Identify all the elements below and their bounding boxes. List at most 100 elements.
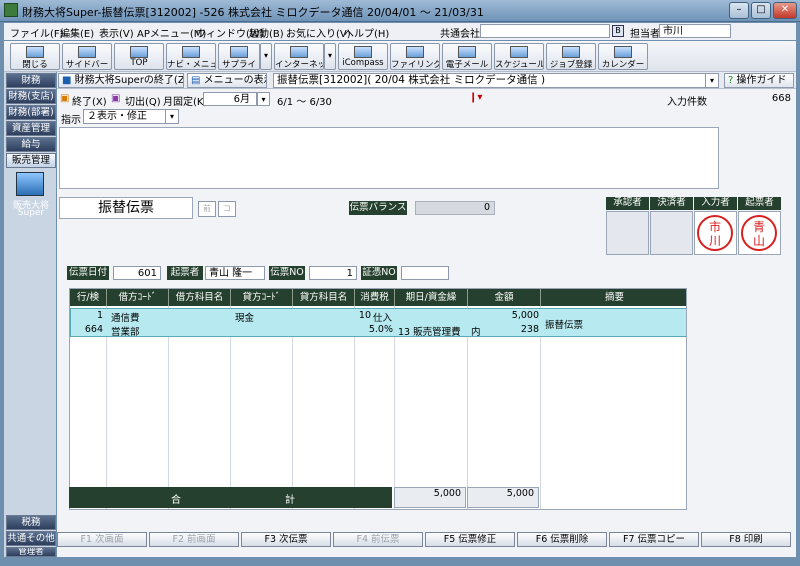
sales-app-label-2: Super (17, 208, 45, 218)
operation-guide-button[interactable]: ? 操作ガイド (724, 73, 794, 88)
nav-common[interactable]: 共通その他 (6, 531, 56, 546)
minimize-button[interactable]: – (729, 2, 749, 19)
internet-dropdown-icon[interactable]: ▾ (324, 43, 336, 70)
col-memo: 摘要 (541, 289, 686, 306)
menu-favorites[interactable]: お気に入り(V) (286, 25, 351, 40)
function-key-f5[interactable]: F5 伝票修正 (425, 532, 515, 547)
exit-app-button[interactable]: ■ 財務大将Superの終了(Z) (58, 73, 184, 88)
bookmark-icon[interactable]: ❙▾ (469, 92, 482, 103)
row-line-no: 1 (96, 310, 103, 321)
internet-tool-button[interactable]: インターネット (274, 43, 324, 70)
function-keys: F1 次画面 F2 前画面 F3 次伝票 F4 前伝票 F5 伝票修正 F6 伝票削除 F7… (57, 532, 796, 549)
row-debit-code-sub: 営業部 (111, 327, 140, 338)
menu-launch[interactable]: 起動(B) (249, 25, 284, 40)
cut-icon: ▣ (111, 93, 121, 104)
title-bar: 財務大将Super-振替伝票[312002] -526 株式会社 ミロクデータ通… (0, 0, 800, 22)
menu-bar: ファイル(F) 編集(E) 表示(V) APメニュー(M) ウィンドウ(W) 起… (4, 23, 796, 40)
calendar-icon (614, 46, 632, 58)
drafter-field[interactable]: 青山 隆一 (205, 266, 265, 280)
close-tool-button[interactable]: 閉じる (10, 43, 60, 70)
exit-icon: ■ (62, 75, 75, 86)
drafter-stamp-box[interactable]: 青山 (738, 211, 781, 255)
function-key-f8[interactable]: F8 印刷 (701, 532, 791, 547)
total-row: 合 計 (69, 487, 392, 508)
maximize-button[interactable]: □ (751, 2, 771, 19)
cut-button[interactable]: 切出(Q) (125, 93, 161, 108)
filing-tool-button[interactable]: ファイリング (390, 43, 440, 70)
nav-sales[interactable]: 販売管理 (6, 153, 56, 168)
function-key-f4[interactable]: F4 前伝票 (333, 532, 423, 547)
navi-icon (182, 46, 200, 58)
nav-payroll[interactable]: 給与 (6, 137, 56, 152)
nav-admin[interactable]: 管理者 (6, 547, 56, 557)
function-key-f7[interactable]: F7 伝票コピー (609, 532, 699, 547)
end-button[interactable]: 終了(X) (72, 93, 107, 108)
month-select[interactable]: 6月 (203, 92, 257, 106)
menu-help[interactable]: ヘルプ(H) (344, 25, 389, 40)
table-row[interactable]: 1 664 通信費 営業部 現金 10 5.0% 仕入 13 販売管理費 内 5… (70, 308, 686, 338)
schedule-icon (510, 46, 528, 58)
document-title-field[interactable]: 振替伝票[312002]( 20/04 株式会社 ミロクデータ通信 ) (273, 73, 719, 88)
nav-assets[interactable]: 資産管理 (6, 121, 56, 136)
company-field[interactable] (480, 24, 610, 38)
evidence-no-field[interactable] (401, 266, 449, 280)
company-lookup-icon[interactable]: B (612, 25, 624, 37)
nav-zaimu-branch[interactable]: 財務(支店) (6, 89, 56, 104)
voucher-no-field[interactable]: 1 (309, 266, 357, 280)
inputter-stamp-box[interactable]: 市川 (694, 211, 737, 255)
close-button[interactable]: ✕ (773, 2, 797, 19)
col-amount: 金額 (468, 289, 541, 306)
nav-zaimu[interactable]: 財務 (6, 73, 56, 88)
job-register-tool-button[interactable]: ジョブ登録 (546, 43, 596, 70)
instruction-dropdown-icon[interactable]: ▾ (165, 109, 179, 124)
menu-edit[interactable]: 編集(E) (60, 25, 94, 40)
approver-stamp-box[interactable] (606, 211, 649, 255)
function-key-f6[interactable]: F6 伝票削除 (517, 532, 607, 547)
total-credit: 5,000 (467, 487, 539, 508)
compass-icon (354, 46, 372, 58)
input-count-label: 入力件数 (667, 97, 707, 108)
balance-value: 0 (415, 201, 495, 215)
row-debit-code: 通信費 (111, 313, 140, 324)
email-tool-button[interactable]: 電子メール (442, 43, 492, 70)
menu-file[interactable]: ファイル(F) (10, 25, 64, 40)
inputter-header: 入力者 (694, 197, 737, 210)
show-menu-button[interactable]: ▤ メニューの表示 (187, 73, 267, 88)
schedule-tool-button[interactable]: スケジュール (494, 43, 544, 70)
sales-app-icon[interactable] (16, 172, 44, 196)
sidebar-tool-button[interactable]: サイドバー (62, 43, 112, 70)
person-label: 担当者 (630, 29, 660, 40)
navi-menu-tool-button[interactable]: ナビ・メニュー (166, 43, 216, 70)
drafter-header: 起票者 (738, 197, 781, 210)
function-key-f3[interactable]: F3 次伝票 (241, 532, 331, 547)
month-fix-label[interactable]: 月固定(K) (163, 93, 207, 108)
voucher-date-field[interactable]: 601 (113, 266, 161, 280)
voucher-no-label: 伝票NO (269, 266, 305, 280)
sidebar-icon (78, 46, 96, 58)
col-credit-code: 貸方ｺｰﾄﾞ (231, 289, 293, 306)
window-title: 財務大将Super-振替伝票[312002] -526 株式会社 ミロクデータ通… (22, 6, 484, 19)
calendar-tool-button[interactable]: カレンダー (598, 43, 648, 70)
person-field[interactable]: 市川 (659, 24, 731, 38)
side-nav: 財務 財務(支店) 財務(部署) 資産管理 給与 販売管理 販売大将 Super… (4, 72, 56, 557)
icompass-tool-button[interactable]: iCompass (338, 43, 388, 70)
top-tool-button[interactable]: TOP (114, 43, 164, 70)
supply-tool-button[interactable]: サプライ (218, 43, 260, 70)
total-label-1: 合 (171, 495, 181, 506)
total-label-2: 計 (285, 495, 295, 506)
document-dropdown-icon[interactable]: ▾ (705, 73, 719, 88)
menu-view[interactable]: 表示(V) (99, 25, 134, 40)
nav-tax[interactable]: 税務 (6, 515, 56, 530)
function-key-f1[interactable]: F1 次画面 (57, 532, 147, 547)
copy-voucher-small-button[interactable]: コ (218, 201, 236, 217)
drafter-stamp: 青山 (741, 215, 777, 251)
function-key-f2[interactable]: F2 前画面 (149, 532, 239, 547)
notes-area[interactable] (59, 127, 719, 189)
prev-voucher-small-button[interactable]: 前 (198, 201, 216, 217)
settler-stamp-box[interactable] (650, 211, 693, 255)
supply-dropdown-icon[interactable]: ▾ (260, 43, 272, 70)
row-tax-rate: 5.0% (368, 324, 393, 335)
top-icon (130, 46, 148, 58)
month-dropdown-icon[interactable]: ▾ (257, 92, 270, 106)
nav-zaimu-dept[interactable]: 財務(部署) (6, 105, 56, 120)
